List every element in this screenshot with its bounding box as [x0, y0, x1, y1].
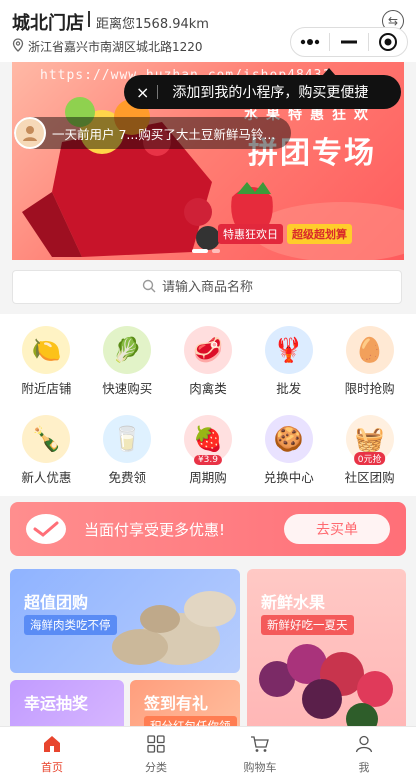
category-label: 周期购: [189, 470, 227, 485]
location-icon: [12, 37, 24, 56]
tab-label: 首页: [41, 760, 63, 774]
tab-cart[interactable]: 购物车: [208, 727, 312, 782]
category-item[interactable]: 🦞 批发: [248, 326, 329, 407]
category-label: 兑换中心: [263, 470, 314, 485]
store-header: 城北门店 距离您1568.94km 浙江省嘉兴市南湖区城北路1220 ⇆: [0, 0, 416, 62]
category-item[interactable]: 🧺 0元抢社区团购: [329, 415, 410, 496]
category-label: 限时抢购: [344, 381, 395, 396]
category-label: 肉禽类: [189, 381, 227, 396]
fresh-fruit-subtitle: 新鲜好吃一夏天: [261, 615, 354, 635]
category-item[interactable]: 🥚 限时抢购: [329, 326, 410, 407]
purchase-ticker: 一天前用户 7...购买了大土豆新鲜马铃...: [14, 117, 291, 149]
tab-category[interactable]: 分类: [104, 727, 208, 782]
search-input[interactable]: [162, 279, 272, 295]
category-icon: [147, 734, 165, 757]
group-buy-subtitle: 海鲜肉类吃不停: [24, 615, 117, 635]
banner-tags: 特惠狂欢日 超级超划算: [218, 224, 352, 244]
store-distance: 距离您1568.94km: [96, 17, 209, 32]
category-item[interactable]: 🥛 免费领: [87, 415, 168, 496]
search-icon: [142, 278, 156, 297]
checkin-card[interactable]: 签到有礼 积分红包任你领: [130, 680, 240, 726]
category-label: 免费领: [108, 470, 146, 485]
address-row[interactable]: 浙江省嘉兴市南湖区城北路1220: [12, 37, 203, 56]
lottery-card[interactable]: 幸运抽奖: [10, 680, 124, 726]
category-item[interactable]: 🍋 附近店铺: [6, 326, 87, 407]
ticker-text: 一天前用户 7...购买了大土豆新鲜马铃...: [52, 126, 276, 142]
search-section: [0, 260, 416, 314]
grocery-icon: 🧺 0元抢: [345, 415, 394, 465]
tab-label: 购物车: [243, 760, 277, 774]
store-address: 浙江省嘉兴市南湖区城北路1220: [28, 40, 203, 54]
carousel-dot[interactable]: [212, 249, 220, 253]
tab-home[interactable]: 首页: [0, 727, 104, 782]
category-item[interactable]: 🍪 兑换中心: [248, 415, 329, 496]
banner-tag-deal: 超级超划算: [287, 224, 352, 244]
tip-divider: [157, 85, 159, 99]
tab-label: 我: [358, 760, 370, 774]
home-icon: [42, 735, 62, 757]
checkin-subtitle: 积分红包任你领: [144, 716, 237, 726]
pay-now-button[interactable]: 去买单: [284, 514, 390, 544]
more-dots-icon[interactable]: [291, 28, 329, 56]
wine-icon: 🍾: [22, 415, 71, 463]
banner-tag-festival: 特惠狂欢日: [218, 224, 283, 244]
crayfish-icon: 🦞: [264, 326, 313, 374]
fresh-fruit-card[interactable]: 新鲜水果 新鲜好吃一夏天: [247, 569, 406, 726]
search-bar[interactable]: [12, 270, 402, 304]
fresh-fruit-title: 新鲜水果: [261, 593, 326, 612]
egg-icon: 🥚: [345, 326, 394, 374]
category-label: 批发: [276, 381, 302, 396]
lottery-title: 幸运抽奖: [24, 694, 89, 713]
category-item[interactable]: 🥬 快速购买: [87, 326, 168, 407]
strawberry-icon: 🍓 ¥3.9: [183, 415, 232, 465]
minimize-icon[interactable]: [330, 28, 368, 56]
category-label: 社区团购: [344, 470, 395, 485]
vegetable-icon: 🥬: [103, 326, 152, 374]
milk-icon: 🥛: [103, 415, 152, 463]
carousel-indicator: [192, 249, 220, 253]
promo-text: 当面付享受更多优惠!: [84, 520, 226, 539]
miniprogram-capsule: [290, 27, 408, 57]
bottom-tab-bar: 首页 分类 购物车 我: [0, 726, 416, 782]
add-miniprogram-tip: × 添加到我的小程序，购买更便捷: [124, 75, 401, 109]
meat-icon: 🥩: [183, 326, 232, 374]
cart-icon: [250, 735, 270, 757]
category-item[interactable]: 🍾 新人优惠: [6, 415, 87, 496]
title-separator: [88, 11, 90, 27]
target-close-icon[interactable]: [369, 28, 407, 56]
tab-me[interactable]: 我: [312, 727, 416, 782]
avatar: [14, 117, 46, 149]
store-name[interactable]: 城北门店: [12, 9, 84, 35]
category-label: 快速购买: [102, 381, 153, 396]
category-badge: ¥3.9: [193, 455, 223, 465]
carousel-dot-active[interactable]: [192, 249, 208, 253]
category-label: 新人优惠: [21, 470, 72, 485]
checkmark-icon: [26, 514, 66, 544]
user-icon: [355, 735, 373, 757]
checkin-title: 签到有礼: [144, 694, 209, 713]
cookie-gift-icon: 🍪: [264, 415, 313, 463]
tip-text: 添加到我的小程序，购买更便捷: [172, 85, 369, 101]
close-icon[interactable]: ×: [136, 83, 149, 102]
activity-cards: 超值团购 海鲜肉类吃不停 新鲜水果 新鲜好吃一夏天 幸运抽奖 签到有礼 积分红包…: [0, 566, 416, 726]
category-label: 附近店铺: [21, 381, 72, 396]
tab-label: 分类: [145, 760, 167, 774]
pay-promo-bar[interactable]: 当面付享受更多优惠! 去买单: [10, 502, 406, 556]
lemon-icon: 🍋: [22, 326, 71, 374]
group-buy-card[interactable]: 超值团购 海鲜肉类吃不停: [10, 569, 240, 673]
category-item[interactable]: 🍓 ¥3.9 周期购: [168, 415, 249, 496]
category-badge: 0元抢: [353, 452, 386, 465]
group-buy-title: 超值团购: [24, 593, 89, 612]
category-grid: 🍋 附近店铺 🥬 快速购买 🥩 肉禽类 🦞 批发 🥚 限时抢购 🍾 新人优惠 🥛 免费领 🍓 ¥3.9 周期购 🍪…: [0, 314, 416, 496]
category-item[interactable]: 🥩 肉禽类: [168, 326, 249, 407]
